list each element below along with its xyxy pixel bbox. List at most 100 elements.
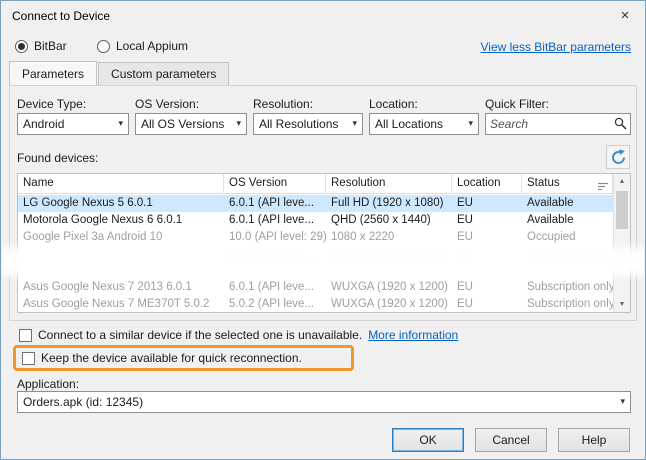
scroll-up-icon[interactable]: ▲ (614, 174, 630, 189)
annotation-highlight: Keep the device available for quick reco… (13, 345, 354, 371)
column-header-location[interactable]: Location (452, 174, 522, 194)
help-button[interactable]: Help (558, 428, 630, 452)
cell-status: Available (522, 212, 613, 229)
cell-resolution: Full HD (1920 x 1080) (326, 195, 452, 212)
quick-filter-label: Quick Filter: (485, 97, 549, 111)
cell-name: Asus Google Nexus 7 ME370T 5.0.2 (18, 296, 224, 313)
radio-local-appium[interactable]: Local Appium (97, 39, 188, 53)
cell-status: Subscription only (522, 296, 613, 313)
similar-device-option: Connect to a similar device if the selec… (19, 328, 458, 342)
table-row[interactable]: Asus Google Nexus 7 ME370T 5.0.2 5.0.2 (… (18, 296, 613, 313)
tab-custom-parameters[interactable]: Custom parameters (98, 62, 229, 85)
cell-location: EU (452, 195, 522, 212)
radio-local-appium-label: Local Appium (116, 39, 188, 53)
tab-parameters[interactable]: Parameters (9, 61, 97, 85)
cell-resolution: WUXGA (1920 x 1200) (326, 279, 452, 296)
cell-resolution: QHD (2560 x 1440) (326, 212, 452, 229)
table-gap (18, 263, 613, 279)
resolution-label: Resolution: (253, 97, 313, 111)
location-label: Location: (369, 97, 418, 111)
resolution-select[interactable]: All Resolutions ▾ (253, 113, 363, 135)
chevron-down-icon: ▾ (236, 118, 241, 129)
cell-location: EU (452, 296, 522, 313)
keep-device-checkbox[interactable] (22, 352, 35, 365)
column-filter-icon[interactable] (598, 179, 609, 194)
cell-os: 6.0.1 (API leve... (224, 195, 326, 212)
column-header-name[interactable]: Name (18, 174, 224, 194)
search-input[interactable] (490, 115, 610, 133)
os-version-value: All OS Versions (141, 117, 230, 131)
radio-bitbar-label: BitBar (34, 39, 67, 53)
column-header-resolution[interactable]: Resolution (326, 174, 452, 194)
cell-status: Subscription only (522, 246, 613, 263)
table-header: Name OS Version Resolution Location Stat… (18, 174, 613, 194)
cell-name: Motorola Google Nexus 6 6.0.1 (18, 212, 224, 229)
cell-resolution: 1080 x 2220 (326, 229, 452, 246)
radio-bitbar[interactable]: BitBar (15, 39, 67, 53)
cell-resolution: WUXGA (1920 x 1200) (326, 246, 452, 263)
chevron-down-icon: ▾ (352, 118, 357, 129)
cell-os: 6.0.1 (API leve... (224, 246, 326, 263)
os-version-label: OS Version: (135, 97, 199, 111)
found-devices-label: Found devices: (17, 151, 98, 165)
cell-name: Asus Google Nexus 7 2013 6.0.1 (18, 279, 224, 296)
table-row[interactable]: Google Pixel 3a Android 10 10.0 (API lev… (18, 229, 613, 246)
location-select[interactable]: All Locations ▾ (369, 113, 479, 135)
column-header-status[interactable]: Status (522, 174, 613, 194)
chevron-down-icon: ▾ (118, 118, 123, 129)
provider-row: BitBar Local Appium View less BitBar par… (15, 39, 631, 55)
application-label: Application: (17, 377, 79, 391)
table-row[interactable]: 6.0.1 (API leve... WUXGA (1920 x 1200) E… (18, 246, 613, 263)
tab-bar: Parameters Custom parameters (9, 62, 230, 86)
window-title: Connect to Device (12, 9, 110, 23)
radio-selected-icon (15, 40, 28, 53)
application-value: Orders.apk (id: 12345) (23, 395, 614, 409)
cell-location: EU (452, 229, 522, 246)
cancel-button[interactable]: Cancel (475, 428, 547, 452)
cell-name: LG Google Nexus 5 6.0.1 (18, 195, 224, 212)
os-version-select[interactable]: All OS Versions ▾ (135, 113, 247, 135)
cell-status: Subscription only (522, 279, 613, 296)
refresh-button[interactable] (606, 145, 630, 169)
chevron-down-icon: ▾ (468, 118, 473, 129)
similar-device-label: Connect to a similar device if the selec… (38, 328, 362, 342)
table-row[interactable]: Motorola Google Nexus 6 6.0.1 6.0.1 (API… (18, 212, 613, 229)
refresh-icon (610, 149, 627, 166)
title-bar: Connect to Device × (1, 1, 645, 31)
keep-device-label: Keep the device available for quick reco… (41, 351, 302, 365)
column-header-os[interactable]: OS Version (224, 174, 326, 194)
radio-unselected-icon (97, 40, 110, 53)
cell-name (18, 246, 224, 263)
more-information-link[interactable]: More information (368, 328, 458, 342)
device-type-select[interactable]: Android ▾ (17, 113, 129, 135)
scroll-thumb[interactable] (616, 191, 628, 229)
cell-os: 5.0.2 (API leve... (224, 296, 326, 313)
application-select[interactable]: Orders.apk (id: 12345) ▾ (17, 391, 631, 413)
device-type-value: Android (23, 117, 112, 131)
ok-button[interactable]: OK (392, 428, 464, 452)
column-header-status-label: Status (527, 177, 560, 189)
cell-location: EU (452, 246, 522, 263)
cell-os: 10.0 (API level: 29) (224, 229, 326, 246)
cell-name: Google Pixel 3a Android 10 (18, 229, 224, 246)
device-table: Name OS Version Resolution Location Stat… (17, 173, 631, 313)
similar-device-checkbox[interactable] (19, 329, 32, 342)
quick-filter-box (485, 113, 631, 135)
cell-location: EU (452, 212, 522, 229)
cell-status: Occupied (522, 229, 613, 246)
cell-os: 6.0.1 (API leve... (224, 279, 326, 296)
scroll-down-icon[interactable]: ▼ (614, 297, 630, 312)
close-icon[interactable]: × (615, 6, 635, 26)
dialog-buttons: OK Cancel Help (392, 428, 630, 452)
bitbar-parameters-link[interactable]: View less BitBar parameters (480, 40, 631, 54)
table-row[interactable]: LG Google Nexus 5 6.0.1 6.0.1 (API leve.… (18, 195, 613, 212)
table-scrollbar[interactable]: ▲ ▼ (613, 174, 630, 312)
table-row[interactable]: Asus Google Nexus 7 2013 6.0.1 6.0.1 (AP… (18, 279, 613, 296)
chevron-down-icon: ▾ (620, 396, 625, 407)
table-body: LG Google Nexus 5 6.0.1 6.0.1 (API leve.… (18, 195, 613, 313)
resolution-value: All Resolutions (259, 117, 346, 131)
search-icon[interactable] (614, 117, 627, 133)
connect-to-device-dialog: Connect to Device × BitBar Local Appium … (0, 0, 646, 460)
device-type-label: Device Type: (17, 97, 86, 111)
cell-resolution: WUXGA (1920 x 1200) (326, 296, 452, 313)
